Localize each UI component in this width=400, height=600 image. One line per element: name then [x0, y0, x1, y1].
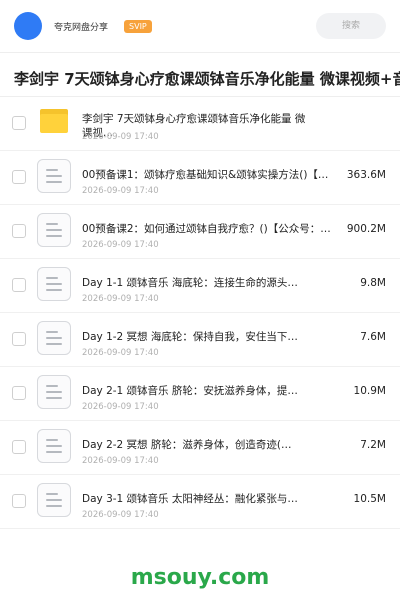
- select-checkbox[interactable]: [12, 116, 26, 130]
- folder-title: 李剑宇 7天颂钵身心疗愈课颂钵音乐净化能量 微课视频+音频: [0, 52, 400, 97]
- file-name: 00预备课2：如何通过颂钵自我疗愈？()【公众号：…: [82, 223, 331, 235]
- file-size: 7.6M: [360, 331, 386, 343]
- list-item[interactable]: Day 1-1 颂钵音乐 海底轮：连接生命的源头… 2026-09-09 17:…: [0, 259, 400, 313]
- list-item[interactable]: Day 1-2 冥想 海底轮：保持自我，安住当下… 2026-09-09 17:…: [0, 313, 400, 367]
- select-checkbox[interactable]: [12, 386, 26, 400]
- list-item[interactable]: 00预备课1：颂钵疗愈基础知识&颂钵实操方法()【… 2026-09-09 17…: [0, 151, 400, 205]
- list-item[interactable]: Day 2-2 冥想 脐轮：滋养身体，创造奇迹(… 2026-09-09 17:…: [0, 421, 400, 475]
- file-date: 2026-09-09 17:40: [82, 294, 159, 304]
- document-icon: [37, 375, 71, 409]
- select-checkbox[interactable]: [12, 278, 26, 292]
- file-size: 10.5M: [353, 493, 386, 505]
- folder-icon: [40, 109, 68, 133]
- file-date: 2026-09-09 17:40: [82, 510, 159, 520]
- document-icon: [37, 213, 71, 247]
- file-size: 9.8M: [360, 277, 386, 289]
- file-date: 2026-09-09 17:40: [82, 240, 159, 250]
- file-date: 2026-09-09 17:40: [82, 348, 159, 358]
- select-checkbox[interactable]: [12, 494, 26, 508]
- select-checkbox[interactable]: [12, 170, 26, 184]
- header: 夸克网盘分享 SVIP: [0, 0, 400, 52]
- list-item[interactable]: 李剑宇 7天颂钵身心疗愈课颂钵音乐净化能量 微课视... 2026-09-09 …: [0, 97, 400, 151]
- document-icon: [37, 483, 71, 517]
- file-name: 00预备课1：颂钵疗愈基础知识&颂钵实操方法()【…: [82, 169, 329, 181]
- list-item[interactable]: Day 3-1 颂钵音乐 太阳神经丛：融化紧张与… 2026-09-09 17:…: [0, 475, 400, 529]
- file-size: 7.2M: [360, 439, 386, 451]
- search-input[interactable]: [316, 13, 386, 39]
- file-date: 2026-09-09 17:40: [82, 456, 159, 466]
- file-name: Day 2-1 颂钵音乐 脐轮：安抚滋养身体，提…: [82, 385, 298, 397]
- select-checkbox[interactable]: [12, 224, 26, 238]
- file-date: 2026-09-09 17:40: [82, 402, 159, 412]
- app-name: 夸克网盘分享: [54, 22, 109, 33]
- file-name: Day 1-2 冥想 海底轮：保持自我，安住当下…: [82, 331, 298, 343]
- document-icon: [37, 159, 71, 193]
- file-name: Day 3-1 颂钵音乐 太阳神经丛：融化紧张与…: [82, 493, 298, 505]
- watermark: msouy.com: [130, 565, 270, 590]
- document-icon: [37, 267, 71, 301]
- file-name: Day 1-1 颂钵音乐 海底轮：连接生命的源头…: [82, 277, 298, 289]
- document-icon: [37, 321, 71, 355]
- file-name: Day 2-2 冥想 脐轮：滋养身体，创造奇迹(…: [82, 439, 292, 451]
- file-size: 10.9M: [353, 385, 386, 397]
- avatar[interactable]: [14, 12, 42, 40]
- document-icon: [37, 429, 71, 463]
- svip-badge[interactable]: SVIP: [124, 19, 152, 33]
- file-size: 363.6M: [346, 169, 386, 181]
- select-checkbox[interactable]: [12, 332, 26, 346]
- list-item[interactable]: 00预备课2：如何通过颂钵自我疗愈？()【公众号：… 2026-09-09 17…: [0, 205, 400, 259]
- file-date: 2026-09-09 17:40: [82, 132, 159, 142]
- file-list: 李剑宇 7天颂钵身心疗愈课颂钵音乐净化能量 微课视... 2026-09-09 …: [0, 97, 400, 529]
- select-checkbox[interactable]: [12, 440, 26, 454]
- file-date: 2026-09-09 17:40: [82, 186, 159, 196]
- list-item[interactable]: Day 2-1 颂钵音乐 脐轮：安抚滋养身体，提… 2026-09-09 17:…: [0, 367, 400, 421]
- file-size: 900.2M: [346, 223, 386, 235]
